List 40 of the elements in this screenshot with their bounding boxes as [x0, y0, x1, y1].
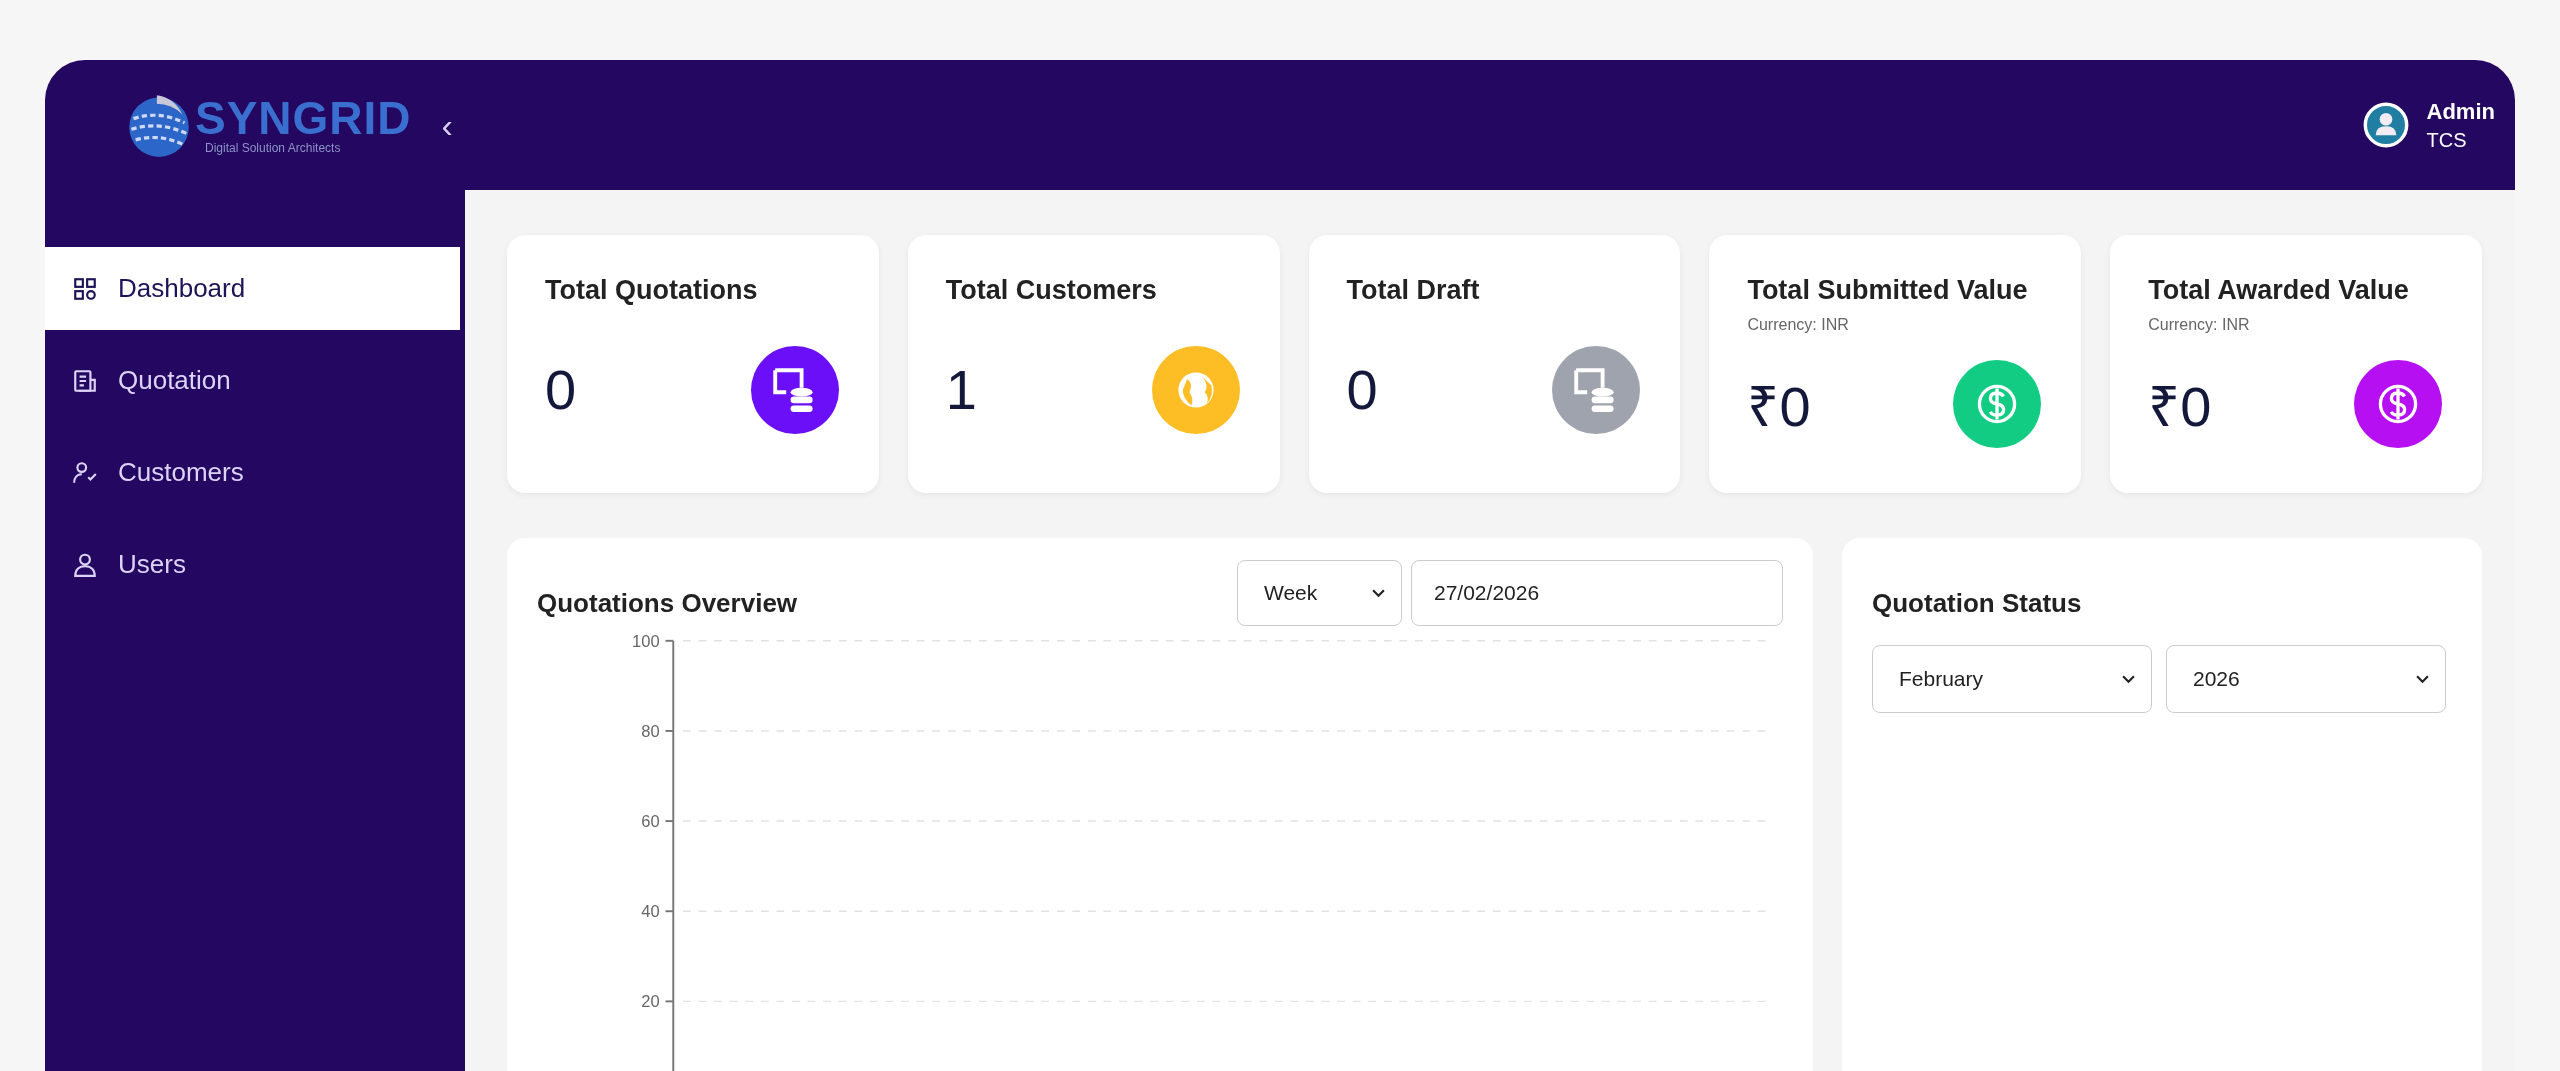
- document-icon: [72, 367, 98, 394]
- stat-value: 1: [945, 357, 977, 422]
- user-organization: TCS: [2426, 128, 2468, 152]
- period-select[interactable]: Week: [1237, 560, 1402, 626]
- user-icon: [72, 551, 98, 578]
- year-select[interactable]: 2026: [2166, 645, 2446, 713]
- card-title: Total Submitted Value: [1747, 275, 2029, 306]
- avatar-icon[interactable]: [2362, 102, 2409, 148]
- chevron-down-icon: [2122, 674, 2135, 684]
- stat-value: ₹0: [1747, 373, 1811, 440]
- brand-name: SYNGRID: [195, 95, 412, 141]
- axis-tick-label: 80: [641, 721, 660, 741]
- axis-tick-label: 100: [632, 634, 660, 651]
- stat-value: 0: [545, 357, 577, 422]
- grid-icon: [72, 275, 98, 302]
- card-title: Total Customers: [945, 275, 1158, 306]
- card-title: Total Draft: [1346, 275, 1481, 306]
- axis-tick-label: 40: [641, 902, 660, 922]
- user-check-icon: [72, 459, 98, 486]
- brand-tagline: Digital Solution Architects: [205, 141, 342, 155]
- card-title: Total Quotations: [545, 275, 759, 306]
- stat-value: ₹0: [2148, 373, 2212, 440]
- currency-note: Currency: INR: [2148, 316, 2251, 334]
- axis-tick-label: 60: [641, 811, 660, 831]
- card-title: Total Awarded Value: [2148, 275, 2410, 306]
- collapse-button[interactable]: ‹: [441, 105, 453, 145]
- sidebar-item[interactable]: Users: [45, 523, 460, 606]
- sidebar-item[interactable]: Quotation: [45, 339, 460, 422]
- panel-title: Quotation Status: [1872, 587, 2083, 619]
- chevron-down-icon: [2416, 674, 2429, 684]
- month-select[interactable]: February: [1872, 645, 2152, 713]
- chevron-down-icon: [1372, 588, 1385, 598]
- sidebar-item[interactable]: Dashboard: [45, 247, 460, 330]
- axis-tick-label: 20: [641, 992, 660, 1012]
- panel-title: Quotations Overview: [537, 586, 799, 619]
- currency-note: Currency: INR: [1747, 316, 1850, 334]
- date-field[interactable]: 27/02/2026: [1411, 560, 1783, 626]
- sidebar-item[interactable]: Customers: [45, 431, 460, 514]
- stat-value: 0: [1346, 357, 1378, 422]
- user-name: Admin: [2426, 98, 2495, 125]
